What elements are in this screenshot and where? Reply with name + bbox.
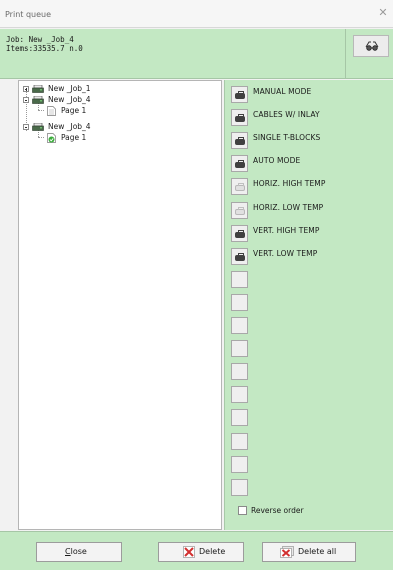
command-button[interactable] [231, 86, 248, 103]
job-info-panel: Job: New _Job_4 Items:33535.7 n.0 [0, 29, 393, 79]
tree-node-label: New _Job_4 [48, 95, 91, 104]
command-button[interactable] [231, 225, 248, 242]
tree-node-label: Page 1 [61, 106, 87, 115]
title-bar: Print queue ✕ [0, 0, 393, 28]
delete-all-button-label: Delete all [298, 547, 337, 556]
reverse-order-checkbox[interactable] [238, 506, 247, 515]
job-items-text: Items:33535.7 n.0 [6, 44, 83, 53]
delete-all-button[interactable]: Delete all [262, 542, 356, 562]
header-divider [345, 29, 346, 78]
delete-button[interactable]: Delete [158, 542, 244, 562]
collapse-icon[interactable] [23, 97, 29, 103]
command-label: HORIZ. LOW TEMP [253, 203, 324, 212]
collapse-icon[interactable] [23, 124, 29, 130]
window-title: Print queue [5, 10, 52, 19]
tree-connector [38, 137, 44, 138]
preview-button[interactable] [353, 35, 389, 57]
cable-icon [235, 230, 245, 238]
cable-icon [235, 91, 245, 99]
expand-icon[interactable] [23, 86, 29, 92]
command-label: AUTO MODE [253, 156, 301, 165]
tree-node-label: New _Job_1 [48, 84, 91, 93]
printer-icon [32, 96, 44, 104]
delete-all-x-icon [280, 546, 294, 558]
command-label: VERT. HIGH TEMP [253, 226, 320, 235]
empty-command-slot[interactable] [231, 363, 248, 380]
empty-command-slot[interactable] [231, 386, 248, 403]
close-button-label: Close [65, 547, 87, 556]
command-label: MANUAL MODE [253, 87, 312, 96]
job-name-text: Job: New _Job_4 [6, 35, 74, 44]
empty-command-slot[interactable] [231, 271, 248, 288]
printer-icon [32, 123, 44, 131]
command-label: VERT. LOW TEMP [253, 249, 318, 258]
command-panel: MANUAL MODE CABLES W/ INLAY SINGLE T-BLOCK… [224, 80, 393, 530]
printer-icon [32, 85, 44, 93]
cable-icon [235, 207, 245, 215]
empty-command-slot[interactable] [231, 340, 248, 357]
cable-icon [235, 160, 245, 168]
command-button[interactable] [231, 178, 248, 195]
page-check-icon [47, 133, 56, 143]
eye-glasses-icon [365, 41, 379, 51]
close-button[interactable]: Close [36, 542, 122, 562]
empty-command-slot[interactable] [231, 456, 248, 473]
cable-icon [235, 253, 245, 261]
empty-command-slot[interactable] [231, 317, 248, 334]
command-label: HORIZ. HIGH TEMP [253, 179, 326, 188]
empty-command-slot[interactable] [231, 294, 248, 311]
job-tree[interactable]: New _Job_1 New _Job_4 Page 1 New _Job_4 … [18, 80, 222, 530]
reverse-order-label: Reverse order [251, 506, 304, 515]
command-button[interactable] [231, 132, 248, 149]
empty-command-slot[interactable] [231, 433, 248, 450]
delete-button-label: Delete [199, 547, 226, 556]
button-bar: Close Delete Delete all [0, 531, 393, 570]
command-button[interactable] [231, 155, 248, 172]
command-button[interactable] [231, 202, 248, 219]
tree-node-label: New _Job_4 [48, 122, 91, 131]
tree-node-label: Page 1 [61, 133, 87, 142]
cable-icon [235, 183, 245, 191]
command-button[interactable] [231, 248, 248, 265]
cable-icon [235, 114, 245, 122]
page-icon [47, 106, 56, 116]
command-label: SINGLE T-BLOCKS [253, 133, 321, 142]
close-icon[interactable]: ✕ [377, 7, 389, 19]
delete-x-icon [183, 546, 195, 558]
cable-icon [235, 137, 245, 145]
empty-command-slot[interactable] [231, 479, 248, 496]
command-label: CABLES W/ INLAY [253, 110, 320, 119]
empty-command-slot[interactable] [231, 409, 248, 426]
tree-connector [38, 110, 44, 111]
print-queue-window: Print queue ✕ Job: New _Job_4 Items:3353… [0, 0, 393, 570]
command-button[interactable] [231, 109, 248, 126]
